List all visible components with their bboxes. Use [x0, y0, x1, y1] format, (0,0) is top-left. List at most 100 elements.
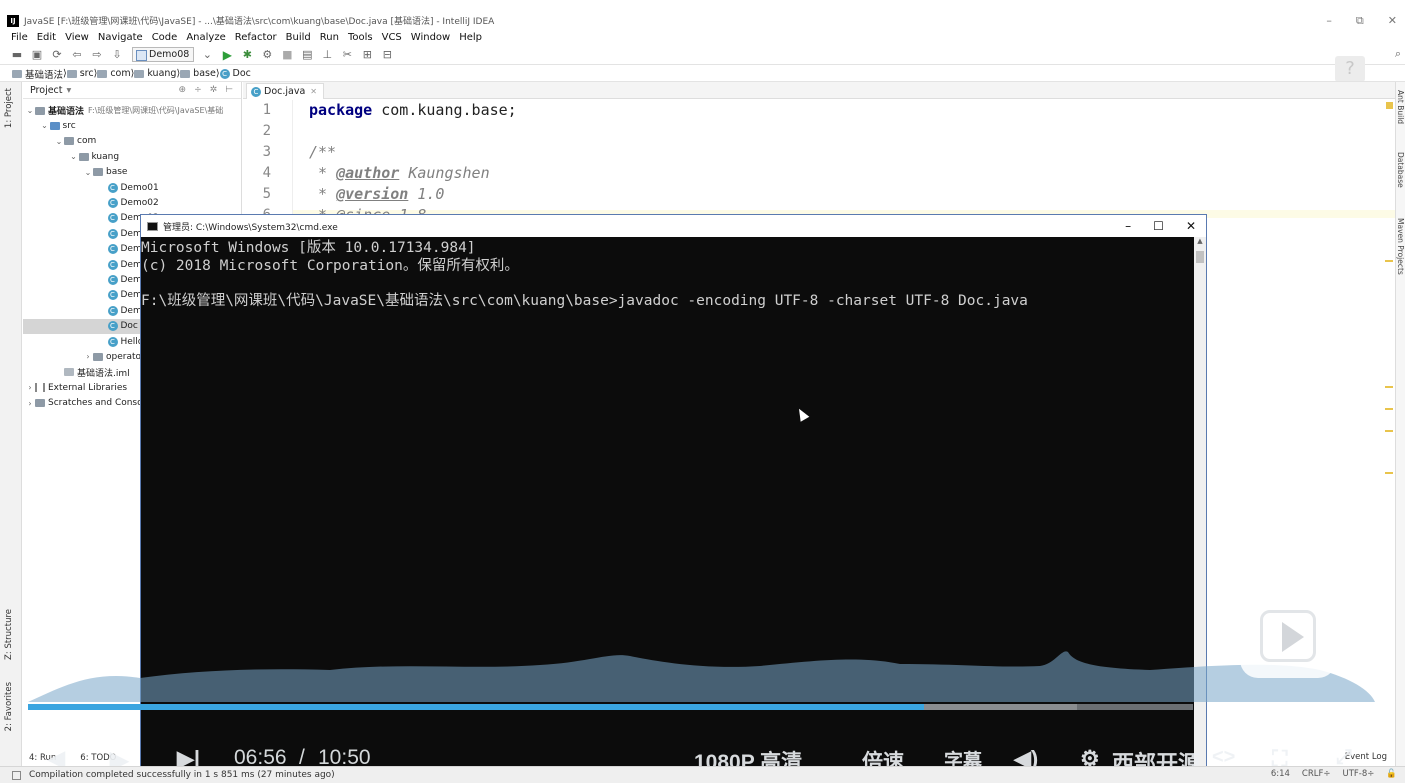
chevron-down-icon[interactable]: ▾: [67, 85, 72, 96]
scroll-marker[interactable]: [1385, 260, 1393, 262]
search-icon[interactable]: ⌕: [1395, 47, 1401, 61]
tree-item[interactable]: ⌄ kuang: [23, 149, 242, 164]
mouse-cursor-icon: [794, 406, 810, 422]
sync-scroll-icon[interactable]: ⊕: [179, 85, 187, 95]
code-line[interactable]: 2: [243, 121, 1395, 142]
sdk-icon[interactable]: ⊥: [320, 48, 334, 62]
scroll-marker[interactable]: [1385, 408, 1393, 410]
scroll-marker[interactable]: [1385, 386, 1393, 388]
chevron-down-icon[interactable]: ⌄: [54, 137, 64, 146]
menu-window[interactable]: Window: [411, 32, 450, 43]
class-icon: C: [107, 305, 118, 316]
chevron-down-icon[interactable]: ⌄: [69, 152, 79, 161]
tree-item[interactable]: ⌄ 基础语法 F:\班级管理\网课班\代码\JavaSE\基础: [23, 103, 242, 118]
bilibili-play-icon[interactable]: [1240, 596, 1336, 678]
code-line[interactable]: 4 * @author Kaungshen: [243, 163, 1395, 184]
tree-item[interactable]: ⌄ com: [23, 134, 242, 149]
collapse-all-icon[interactable]: ÷: [194, 85, 202, 95]
file-encoding[interactable]: UTF-8÷: [1343, 769, 1375, 779]
scroll-up-icon[interactable]: ▲: [1194, 237, 1206, 245]
cmd-scrollbar[interactable]: ▲: [1194, 237, 1206, 766]
console-icon: [147, 221, 158, 231]
minimize-icon[interactable]: –: [1125, 215, 1131, 237]
breadcrumb-item[interactable]: src: [66, 68, 94, 79]
tab-ant-build[interactable]: Ant Build: [1396, 90, 1405, 124]
scroll-marker[interactable]: [1385, 430, 1393, 432]
code-line[interactable]: 3 /**: [243, 142, 1395, 163]
maximize-icon[interactable]: ☐: [1153, 215, 1164, 237]
forward-icon[interactable]: ⇨: [90, 48, 104, 62]
stop-icon[interactable]: ■: [280, 48, 294, 62]
line-number: 2: [262, 123, 271, 139]
tab-maven-projects[interactable]: Maven Projects: [1396, 218, 1405, 275]
debug-icon[interactable]: ✱: [240, 48, 254, 62]
menu-refactor[interactable]: Refactor: [235, 32, 277, 43]
tree-item[interactable]: C Demo02: [23, 195, 242, 210]
tree-item[interactable]: C Demo01: [23, 180, 242, 195]
breadcrumb-item[interactable]: com: [97, 68, 131, 79]
video-progress-bar[interactable]: [28, 704, 1193, 710]
settings-icon[interactable]: ✂: [340, 48, 354, 62]
back-icon[interactable]: ⇦: [70, 48, 84, 62]
chevron-down-icon[interactable]: ⌄: [25, 106, 35, 115]
chevron-down-icon[interactable]: ⌄: [40, 121, 50, 130]
menu-edit[interactable]: Edit: [37, 32, 56, 43]
chevron-right-icon[interactable]: ›: [25, 399, 35, 408]
cmd-output[interactable]: Microsoft Windows [版本 10.0.17134.984] (c)…: [141, 237, 1194, 766]
breadcrumb-item[interactable]: 基础语法: [12, 67, 63, 81]
scrollbar-thumb[interactable]: [1196, 251, 1204, 263]
project-view-select[interactable]: Project: [30, 85, 63, 96]
code-line[interactable]: 5 * @version 1.0: [243, 184, 1395, 205]
close-icon[interactable]: ✕: [1388, 12, 1397, 29]
menu-code[interactable]: Code: [152, 32, 178, 43]
menu-analyze[interactable]: Analyze: [186, 32, 225, 43]
menu-navigate[interactable]: Navigate: [98, 32, 143, 43]
run-config-select[interactable]: Demo08: [132, 47, 195, 62]
menu-file[interactable]: File: [11, 32, 28, 43]
chevron-down-icon[interactable]: ⌄: [200, 48, 214, 62]
tab-structure[interactable]: Z: Structure: [4, 609, 14, 660]
cmd-window[interactable]: 管理员: C:\Windows\System32\cmd.exe – ☐ ✕ M…: [140, 214, 1207, 767]
editor-tab-doc[interactable]: C Doc.java ✕: [246, 83, 324, 99]
close-icon[interactable]: ✕: [1186, 215, 1196, 237]
menu-help[interactable]: Help: [459, 32, 482, 43]
menu-view[interactable]: View: [65, 32, 89, 43]
tab-project[interactable]: 1: Project: [4, 88, 14, 128]
code-token: 1.0: [408, 185, 445, 203]
chevron-down-icon[interactable]: ⌄: [83, 168, 93, 177]
tree-item-label: External Libraries: [48, 382, 128, 393]
menu-tools[interactable]: Tools: [348, 32, 373, 43]
vcs-icon[interactable]: ⊟: [380, 48, 394, 62]
run-icon[interactable]: ▶: [220, 48, 234, 62]
toggle-tool-windows-icon[interactable]: [12, 770, 21, 780]
breadcrumb-item[interactable]: kuang: [134, 68, 176, 79]
close-tab-icon[interactable]: ✕: [310, 87, 317, 96]
tree-item[interactable]: ⌄ base: [23, 165, 242, 180]
minimize-icon[interactable]: –: [1326, 12, 1332, 29]
tab-database[interactable]: Database: [1396, 152, 1405, 188]
project-structure-icon[interactable]: ▤: [300, 48, 314, 62]
save-all-icon[interactable]: ▣: [30, 48, 44, 62]
breadcrumb-item[interactable]: C Doc: [219, 68, 251, 79]
sync-icon[interactable]: ⟳: [50, 48, 64, 62]
scroll-marker[interactable]: [1385, 472, 1393, 474]
chevron-right-icon[interactable]: ›: [83, 352, 93, 361]
line-separator[interactable]: CRLF÷: [1302, 769, 1331, 779]
tree-item[interactable]: ⌄ src: [23, 118, 242, 133]
caret-position[interactable]: 6:14: [1271, 769, 1290, 779]
restore-icon[interactable]: ⧉: [1356, 12, 1364, 29]
open-folder-icon[interactable]: ▬: [10, 48, 24, 62]
menu-build[interactable]: Build: [286, 32, 311, 43]
menu-run[interactable]: Run: [320, 32, 339, 43]
code-line[interactable]: 1 package com.kuang.base;: [243, 100, 1395, 121]
menu-vcs[interactable]: VCS: [382, 32, 402, 43]
lock-icon[interactable]: 🔓: [1386, 769, 1397, 779]
breadcrumb-item[interactable]: base: [180, 68, 216, 79]
build-icon[interactable]: ⇩: [110, 48, 124, 62]
hide-panel-icon[interactable]: ⊢: [225, 85, 233, 95]
tab-favorites[interactable]: 2: Favorites: [4, 682, 14, 731]
gear-icon[interactable]: ✲: [210, 85, 218, 95]
chevron-right-icon[interactable]: ›: [25, 383, 35, 392]
module-settings-icon[interactable]: ⊞: [360, 48, 374, 62]
coverage-icon[interactable]: ⚙: [260, 48, 274, 62]
